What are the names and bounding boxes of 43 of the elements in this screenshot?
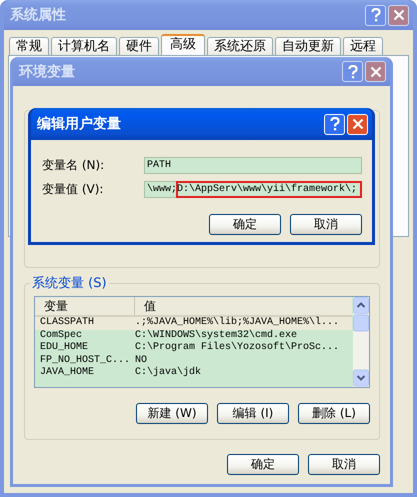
tab[interactable]: 常规 xyxy=(9,37,49,55)
cancel-button[interactable]: 取消 xyxy=(290,214,362,235)
tab[interactable]: 计算机名 xyxy=(51,37,117,55)
window-title: 系统属性 xyxy=(10,6,67,24)
variable-value[interactable]: C:\Program Files\Yozosoft\ProSc... xyxy=(130,342,340,354)
close-icon xyxy=(352,118,364,130)
variable-name[interactable]: JAVA_HOME xyxy=(35,367,130,380)
tab[interactable]: 自动更新 xyxy=(275,37,341,55)
cancel-button[interactable]: 取消 xyxy=(308,454,380,475)
close-icon xyxy=(370,66,382,78)
list-button[interactable]: 新建 (W) xyxy=(136,403,208,424)
close-button[interactable] xyxy=(388,4,409,26)
group-label: 系统变量 (S) xyxy=(31,275,108,292)
field-label: 变量值 (V): xyxy=(42,181,104,198)
help-button[interactable] xyxy=(342,61,363,82)
tab[interactable]: 系统还原 xyxy=(207,37,273,55)
help-icon xyxy=(370,8,380,22)
tab[interactable]: 远程 xyxy=(343,37,383,55)
help-button[interactable] xyxy=(365,4,386,26)
ok-button[interactable]: 确定 xyxy=(209,214,281,235)
scrollbar[interactable] xyxy=(353,297,369,387)
variable-value[interactable]: NO xyxy=(130,354,148,367)
window-title: 编辑用户变量 xyxy=(37,115,122,133)
window-title: 环境变量 xyxy=(19,62,76,80)
column-header[interactable]: 值 xyxy=(135,297,156,315)
close-button[interactable] xyxy=(365,61,386,82)
tab[interactable]: 高级 xyxy=(161,34,205,55)
variable-name[interactable]: EDU_HOME xyxy=(35,342,130,354)
variable-value[interactable]: .;%JAVA_HOME%\lib;%JAVA_HOME%\l... xyxy=(130,317,340,330)
help-icon xyxy=(348,64,358,78)
ok-button[interactable]: 确定 xyxy=(227,454,299,475)
column-header[interactable]: 变量 xyxy=(35,297,135,315)
variable-name[interactable]: ComSpec xyxy=(35,330,130,342)
variable-name[interactable]: FP_NO_HOST_C... xyxy=(35,354,130,367)
variable-value[interactable]: C:\java\jdk xyxy=(130,367,202,380)
list-button[interactable]: 编辑 (I) xyxy=(217,403,289,424)
variable-value[interactable]: C:\WINDOWS\system32\cmd.exe xyxy=(130,330,298,342)
tab[interactable]: 硬件 xyxy=(119,37,159,55)
input-field[interactable]: PATH xyxy=(144,157,362,174)
close-icon xyxy=(392,9,404,21)
help-icon xyxy=(330,117,340,131)
field-label: 变量名 (N): xyxy=(42,157,106,174)
list-button[interactable]: 删除 (L) xyxy=(298,403,370,424)
